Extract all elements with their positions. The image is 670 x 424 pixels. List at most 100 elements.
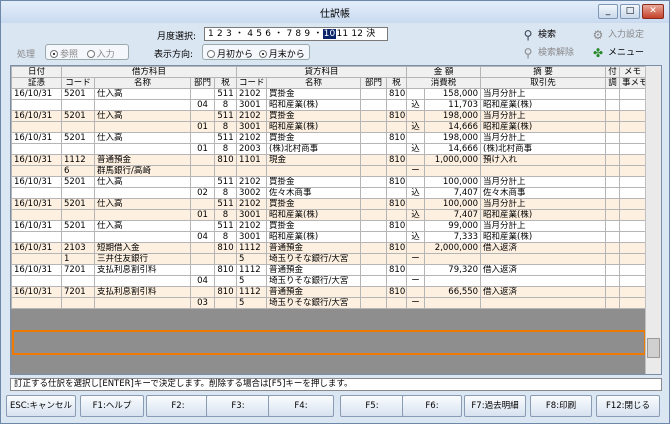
table-cell: 810 xyxy=(386,264,408,276)
table-row[interactable]: 03 5 埼玉りそな銀行/大宮 ー xyxy=(11,297,647,309)
status-bar: 訂正する仕訳を選択し[ENTER]キーで決定します。削除する場合は[F5]キーを… xyxy=(10,378,662,391)
table-cell-empty xyxy=(619,99,647,111)
close-button[interactable]: ✕ xyxy=(642,4,664,19)
table-cell: 当月分計上 xyxy=(480,198,607,210)
table-cell: 01 xyxy=(190,143,215,155)
fkey-esc-button[interactable]: ESC:キャンセル xyxy=(6,395,76,417)
table-cell: 04 xyxy=(190,99,215,111)
table-cell: 16/10/31 xyxy=(11,198,62,210)
table-row[interactable]: 04 8 3001 昭和産業(株) 込 7,333 昭和産業(株) xyxy=(11,231,647,243)
table-cell xyxy=(94,187,191,199)
input-settings-button[interactable]: ⚙ 入力設定 xyxy=(591,27,644,42)
table-cell: 5 xyxy=(236,275,268,287)
month-options-before[interactable]: 1 2 3 ・ 4 5 6 ・ 7 8 9 ・ xyxy=(208,29,323,39)
radio-input[interactable] xyxy=(86,50,95,58)
radio-view[interactable] xyxy=(50,50,58,58)
table-row[interactable]: 16/10/31 5201 仕入高 511 2102 買掛金 810 100,000 当月分計上 xyxy=(11,176,647,188)
table-row[interactable]: 02 8 3002 佐々木商事込 7,407 佐々木商事 xyxy=(11,187,647,199)
search-button[interactable]: ⚲ 検索 xyxy=(521,27,556,42)
fkey-f3-button[interactable]: F3: xyxy=(206,395,270,417)
search-clear-icon: ⚲ xyxy=(523,45,533,60)
table-cell xyxy=(94,231,191,243)
table-cell: 8 xyxy=(213,187,238,199)
table-cell: 1112 xyxy=(236,242,268,254)
table-cell: 5201 xyxy=(61,198,95,210)
scrollbar-thumb[interactable] xyxy=(647,338,660,358)
table-cell: 04 xyxy=(190,275,215,287)
table-row[interactable]: 16/10/31 5201 仕入高 511 2102 買掛金 810 99,000 当月分計上 xyxy=(11,220,647,232)
month-selected[interactable]: 10 xyxy=(322,29,337,39)
fkey-f7-button[interactable]: F7:過去明細 xyxy=(464,395,526,417)
table-row[interactable]: 6 群馬銀行/高崎 ー xyxy=(11,165,647,177)
radio-from-end[interactable] xyxy=(258,50,267,58)
journal-table: 日付 借方科目 貸方科目 金 額 摘 要 付 メモ 証憑 コード 名称 部門 税… xyxy=(11,66,647,309)
table-row[interactable]: 16/10/31 5201 仕入高 511 2102 買掛金 810 198,000 当月分計上 xyxy=(11,132,647,144)
table-cell xyxy=(61,121,95,133)
table-cell: 7201 xyxy=(61,286,95,298)
function-key-bar: ESC:キャンセル F1:ヘルプ F2: F3: F4: F5: F6: F7:… xyxy=(6,395,666,419)
table-row[interactable]: 01 8 3001 昭和産業(株) 込 7,407 昭和産業(株) xyxy=(11,209,647,221)
table-cell-empty xyxy=(605,99,621,111)
opt-view-label: 参照 xyxy=(60,50,79,60)
table-cell xyxy=(61,209,95,221)
fkey-f4-button[interactable]: F4: xyxy=(268,395,334,417)
table-cell: ー xyxy=(406,297,426,309)
table-cell-empty xyxy=(619,209,647,221)
fkey-f6-button[interactable]: F6: xyxy=(402,395,462,417)
menu-button[interactable]: ✤ メニュー xyxy=(591,45,644,60)
fkey-f12-button[interactable]: F12:閉じる xyxy=(596,395,660,417)
table-row[interactable]: 04 5 埼玉りそな銀行/大宮 ー xyxy=(11,275,647,287)
table-row[interactable]: 16/10/31 7201 支払利息割引料 810 1112 普通預金 810 79,320 借… xyxy=(11,264,647,276)
fkey-f5-button[interactable]: F5: xyxy=(340,395,404,417)
table-cell xyxy=(11,143,62,155)
table-cell: 込 xyxy=(406,143,426,155)
col-credit-dept: 部門 xyxy=(360,77,388,89)
radio-from-start[interactable] xyxy=(207,50,215,58)
month-selector[interactable]: 1 2 3 ・ 4 5 6 ・ 7 8 9 ・1011 12 決 xyxy=(204,27,388,41)
opt-from-start-label: 月初から xyxy=(217,50,254,60)
month-options-after[interactable]: 11 12 決 xyxy=(336,29,375,39)
table-row[interactable]: 01 8 3001 昭和産業(株) 込 14,666 昭和産業(株) xyxy=(11,121,647,133)
table-row[interactable]: 16/10/31 1112 普通預金 810 1101 現金 810 1,000,000 預け入… xyxy=(11,154,647,166)
table-cell xyxy=(94,209,191,221)
table-row[interactable]: 04 8 3001 昭和産業(株) 込 11,703 昭和産業(株) xyxy=(11,99,647,111)
maximize-button[interactable]: □ xyxy=(620,4,640,19)
table-row[interactable]: 16/10/31 5201 仕入高 511 2102 買掛金 810 158,000 当月分計上 xyxy=(11,88,647,100)
col-credit: 貸方科目 xyxy=(236,66,408,78)
table-row[interactable]: 16/10/31 2103 短期借入金 810 1112 普通預金 810 2,000,000… xyxy=(11,242,647,254)
table-cell: 511 xyxy=(213,198,238,210)
table-cell xyxy=(480,275,607,287)
table-cell-empty xyxy=(619,264,647,276)
table-cell xyxy=(190,286,215,298)
table-cell: 158,000 xyxy=(424,88,482,100)
fkey-f1-button[interactable]: F1:ヘルプ xyxy=(80,395,144,417)
table-cell xyxy=(360,286,388,298)
table-cell: 買掛金 xyxy=(266,110,362,122)
table-cell: 1 xyxy=(61,253,95,265)
table-cell xyxy=(406,242,426,254)
table-row[interactable]: 01 8 2003 (株)北村商事込 14,666 (株)北村商事 xyxy=(11,143,647,155)
table-cell: 群馬銀行/高崎 xyxy=(94,165,191,177)
table-cell xyxy=(11,253,62,265)
table-cell: 99,000 xyxy=(424,220,482,232)
table-cell: 仕入高 xyxy=(94,220,191,232)
table-cell: 511 xyxy=(213,110,238,122)
table-cell: 16/10/31 xyxy=(11,132,62,144)
table-row[interactable]: 16/10/31 7201 支払利息割引料 810 1112 普通預金 810 66,550 借… xyxy=(11,286,647,298)
window-title: 仕訳帳 xyxy=(320,9,350,20)
table-row[interactable]: 16/10/31 5201 仕入高 511 2102 買掛金 810 100,000 当月分計上 xyxy=(11,198,647,210)
fkey-f8-button[interactable]: F8:印刷 xyxy=(530,395,592,417)
fkey-f2-button[interactable]: F2: xyxy=(146,395,210,417)
table-cell xyxy=(406,88,426,100)
table-row[interactable]: 1 三井住友銀行 5 埼玉りそな銀行/大宮 ー xyxy=(11,253,647,265)
table-cell xyxy=(94,297,191,309)
journal-grid[interactable]: 日付 借方科目 貸方科目 金 額 摘 要 付 メモ 証憑 コード 名称 部門 税… xyxy=(10,65,662,375)
table-cell xyxy=(360,88,388,100)
vertical-scrollbar[interactable] xyxy=(645,66,661,374)
table-cell xyxy=(406,264,426,276)
minimize-button[interactable]: _ xyxy=(598,4,618,19)
table-row[interactable]: 16/10/31 5201 仕入高 511 2102 買掛金 810 198,000 当月分計上 xyxy=(11,110,647,122)
table-cell xyxy=(360,187,388,199)
table-cell xyxy=(406,132,426,144)
search-clear-button[interactable]: ⚲ 検索解除 xyxy=(521,45,574,60)
